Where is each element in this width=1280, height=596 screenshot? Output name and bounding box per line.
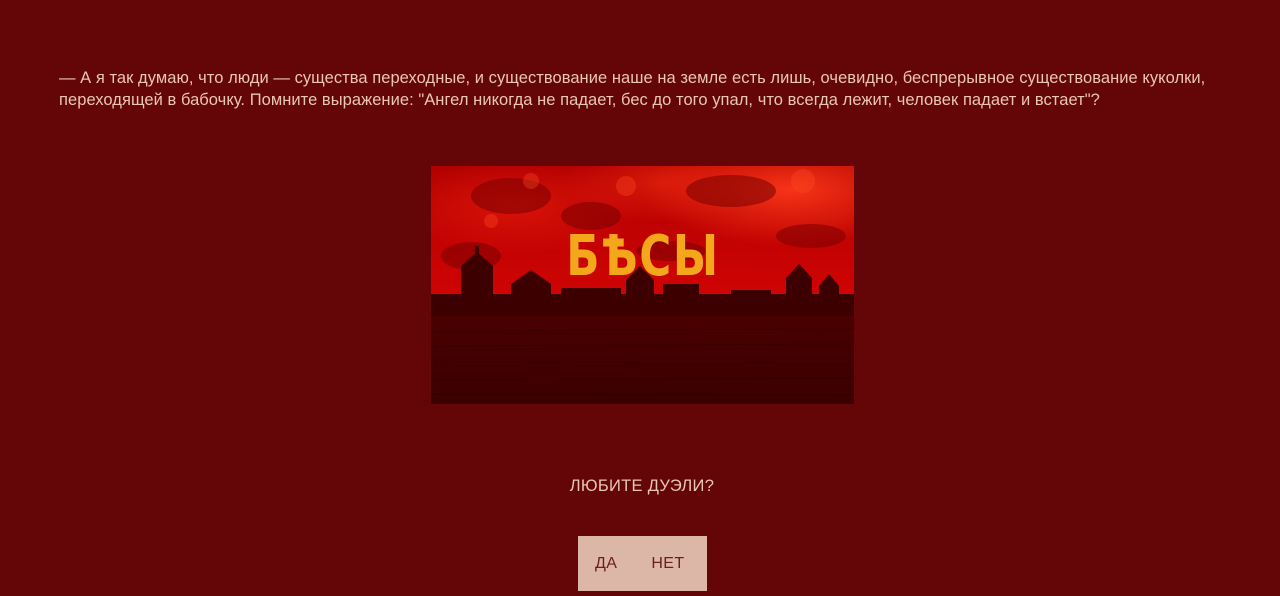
poll-answer-group: ДА НЕТ <box>578 536 707 591</box>
no-button[interactable]: НЕТ <box>651 555 684 573</box>
poster-title: БѢСЫ <box>566 224 720 289</box>
quote-text: — А я так думаю, что люди — существа пер… <box>59 69 1206 109</box>
poster-image: БѢСЫ <box>431 166 854 404</box>
poll-question: ЛЮБИТЕ ДУЭЛИ? <box>569 477 715 495</box>
yes-button[interactable]: ДА <box>595 555 617 573</box>
